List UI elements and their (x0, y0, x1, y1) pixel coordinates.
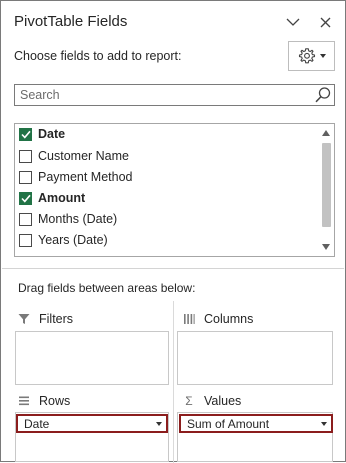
search-input[interactable] (15, 85, 305, 105)
filters-area-label: Filters (39, 312, 74, 326)
checkbox-checked[interactable] (19, 191, 32, 205)
filter-icon (18, 313, 30, 325)
chevron-down-icon[interactable] (156, 421, 162, 426)
field-item-amount[interactable]: Amount (19, 189, 85, 207)
rows-field-pill[interactable]: Date (16, 414, 168, 433)
choose-fields-label: Choose fields to add to report: (14, 49, 182, 63)
filters-drop-zone[interactable] (15, 331, 169, 385)
field-label: Amount (38, 191, 86, 205)
checkmark-icon (20, 130, 31, 139)
chevron-down-icon (319, 54, 326, 58)
close-pane-button[interactable] (314, 11, 336, 33)
values-field-pill[interactable]: Sum of Amount (179, 414, 333, 433)
field-item-payment-method[interactable]: Payment Method (19, 168, 133, 186)
checkbox-unchecked[interactable] (19, 149, 32, 163)
checkbox-unchecked[interactable] (19, 233, 32, 247)
pane-title: PivotTable Fields (14, 13, 128, 30)
drag-instruction: Drag fields between areas below: (18, 281, 196, 295)
checkbox-unchecked[interactable] (19, 212, 32, 226)
search-icon[interactable] (314, 86, 332, 104)
field-item-years-date[interactable]: Years (Date) (19, 231, 108, 249)
checkmark-icon (20, 194, 31, 203)
section-divider (2, 268, 344, 269)
field-item-date[interactable]: Date (19, 125, 65, 143)
rows-field-label: Date (24, 416, 50, 431)
scrollbar-thumb[interactable] (322, 143, 331, 227)
close-icon (320, 17, 330, 27)
rows-icon (18, 395, 30, 407)
collapse-pane-button[interactable] (282, 11, 304, 33)
search-field[interactable] (14, 84, 335, 106)
field-item-months-date[interactable]: Months (Date) (19, 210, 117, 228)
pivottable-fields-pane: PivotTable Fields Choose fields to add t… (0, 0, 346, 463)
columns-area-label: Columns (204, 312, 254, 326)
values-field-label: Sum of Amount (187, 416, 270, 431)
checkbox-checked[interactable] (19, 127, 32, 141)
rows-area-header: Rows (18, 394, 70, 408)
sigma-icon: Σ (185, 394, 193, 408)
columns-area-header: Columns (183, 312, 253, 326)
field-item-customer-name[interactable]: Customer Name (19, 147, 129, 165)
field-label: Customer Name (38, 149, 129, 163)
rows-area-label: Rows (39, 394, 71, 408)
areas-vertical-divider (173, 301, 174, 463)
scroll-up-arrow-icon[interactable] (322, 130, 330, 136)
columns-icon (183, 313, 195, 325)
field-label: Years (Date) (38, 233, 108, 247)
field-label: Payment Method (38, 170, 133, 184)
field-label: Months (Date) (38, 212, 118, 226)
chevron-down-icon[interactable] (321, 421, 327, 426)
gear-icon (298, 48, 315, 64)
chevron-down-icon (286, 18, 300, 26)
values-area-header: Σ Values (183, 394, 241, 408)
field-list-scrollbar[interactable] (321, 126, 332, 254)
field-layout-settings-button[interactable] (288, 41, 335, 71)
field-list: Date Customer Name Payment Method Amount… (14, 123, 335, 257)
filters-area-header: Filters (18, 312, 73, 326)
scroll-down-arrow-icon[interactable] (322, 244, 330, 250)
columns-drop-zone[interactable] (177, 331, 333, 385)
checkbox-unchecked[interactable] (19, 170, 32, 184)
field-label: Date (38, 127, 66, 141)
values-area-label: Values (204, 394, 242, 408)
